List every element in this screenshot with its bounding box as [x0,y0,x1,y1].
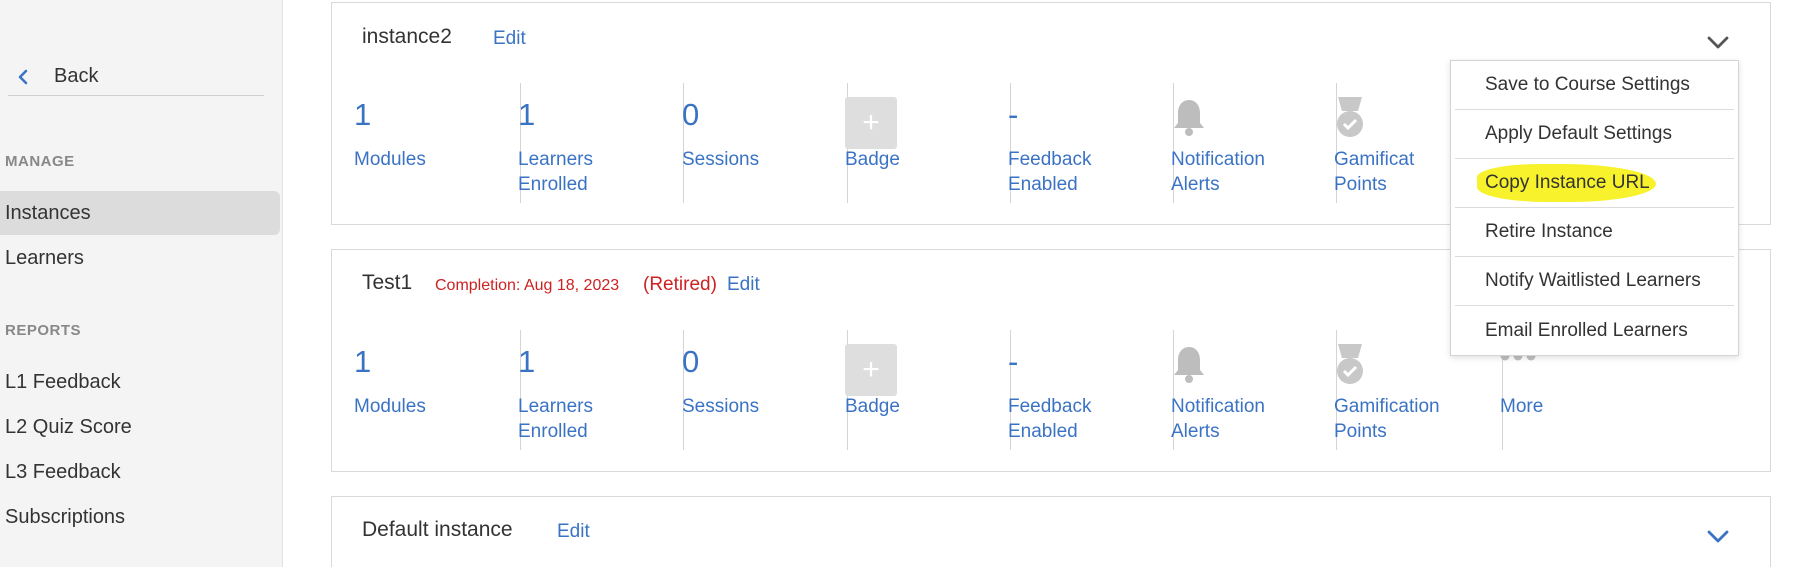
section-title-reports: REPORTS [5,322,82,339]
stat-value: 1 [354,97,372,132]
stat-value: 0 [682,344,700,379]
stat-value: 1 [518,97,536,132]
edit-link[interactable]: Edit [493,28,526,50]
stat-badge[interactable]: + Badge [823,83,986,221]
sidebar-item-label: Subscriptions [5,505,126,528]
stat-value: - [1008,344,1019,379]
sidebar-item-subscriptions[interactable]: Subscriptions [0,495,280,539]
sidebar-item-learners[interactable]: Learners [0,236,280,280]
menu-item-notify-waitlisted-learners[interactable]: Notify Waitlisted Learners [1455,257,1734,306]
back-label: Back [54,65,99,87]
sidebar-item-label: Instances [5,201,91,224]
stat-label: Feedback Enabled [1008,149,1092,195]
stat-label: Gamification Points [1334,396,1440,442]
stat-badge[interactable]: + Badge [823,330,986,468]
stat-notification-alerts[interactable]: Notification Alerts [1149,330,1312,468]
stat-label: Notification Alerts [1171,149,1265,195]
stat-sessions[interactable]: 0 Sessions [660,330,823,468]
instance-title: Default instance [362,518,513,541]
instance-actions-menu: Save to Course Settings Apply Default Se… [1450,60,1739,356]
stat-value: - [1008,97,1019,132]
back-button[interactable]: Back [8,58,264,96]
stat-label: Badge [845,396,900,417]
menu-item-retire-instance[interactable]: Retire Instance [1455,208,1734,257]
sidebar-item-l2-quiz-score[interactable]: L2 Quiz Score [0,405,280,449]
stat-label: Modules [354,149,426,170]
menu-item-save-to-course-settings[interactable]: Save to Course Settings [1455,61,1734,110]
stat-feedback-enabled[interactable]: - Feedback Enabled [986,83,1149,221]
medal-icon [1337,97,1363,137]
menu-item-copy-instance-url[interactable]: Copy Instance URL [1455,159,1734,208]
stat-label: Learners Enrolled [518,149,593,195]
edit-link[interactable]: Edit [557,521,590,543]
stat-value: 0 [682,97,700,132]
stat-feedback-enabled[interactable]: - Feedback Enabled [986,330,1149,468]
menu-item-apply-default-settings[interactable]: Apply Default Settings [1455,110,1734,159]
chevron-left-icon [18,69,28,84]
stat-label: Feedback Enabled [1008,396,1092,442]
stat-modules[interactable]: 1 Modules [332,83,495,221]
retired-status: (Retired) [643,274,717,295]
stat-value: 1 [354,344,372,379]
edit-link[interactable]: Edit [727,274,760,296]
plus-icon: + [845,97,897,149]
stat-label: Gamificat Points [1334,149,1415,195]
chevron-down-icon[interactable] [1703,521,1733,551]
stat-label: More [1500,396,1544,417]
stat-notification-alerts[interactable]: Notification Alerts [1149,83,1312,221]
stat-modules[interactable]: 1 Modules [332,330,495,468]
instance-card-default: Default instance Edit [331,496,1771,567]
medal-icon [1337,344,1363,384]
stat-learners-enrolled[interactable]: 1 Learners Enrolled [496,330,659,468]
section-title-manage: MANAGE [5,153,75,170]
completion-date: Completion: Aug 18, 2023 [435,277,620,294]
sidebar: Back MANAGE Instances Learners REPORTS L… [0,0,283,567]
stat-label: Notification Alerts [1171,396,1265,442]
sidebar-item-label: L1 Feedback [5,370,121,393]
sidebar-item-label: L2 Quiz Score [5,415,132,438]
chevron-down-icon[interactable] [1703,27,1733,57]
menu-item-email-enrolled-learners[interactable]: Email Enrolled Learners [1455,306,1734,355]
stat-label: Sessions [682,396,760,417]
stat-value: 1 [518,344,536,379]
instance-title: Test1 [362,271,413,294]
sidebar-item-label: Learners [5,246,84,269]
sidebar-item-instances[interactable]: Instances [0,191,280,235]
stat-label: Sessions [682,149,760,170]
instance-title: instance2 [362,25,452,48]
sidebar-item-l1-feedback[interactable]: L1 Feedback [0,360,280,404]
stat-label: Learners Enrolled [518,396,593,442]
stat-label: Badge [845,149,900,170]
stat-sessions[interactable]: 0 Sessions [660,83,823,221]
sidebar-item-l3-feedback[interactable]: L3 Feedback [0,450,280,494]
sidebar-item-label: L3 Feedback [5,460,121,483]
bell-icon [1174,100,1204,136]
plus-icon: + [845,344,897,396]
bell-icon [1174,347,1204,383]
stat-learners-enrolled[interactable]: 1 Learners Enrolled [496,83,659,221]
stat-label: Modules [354,396,426,417]
